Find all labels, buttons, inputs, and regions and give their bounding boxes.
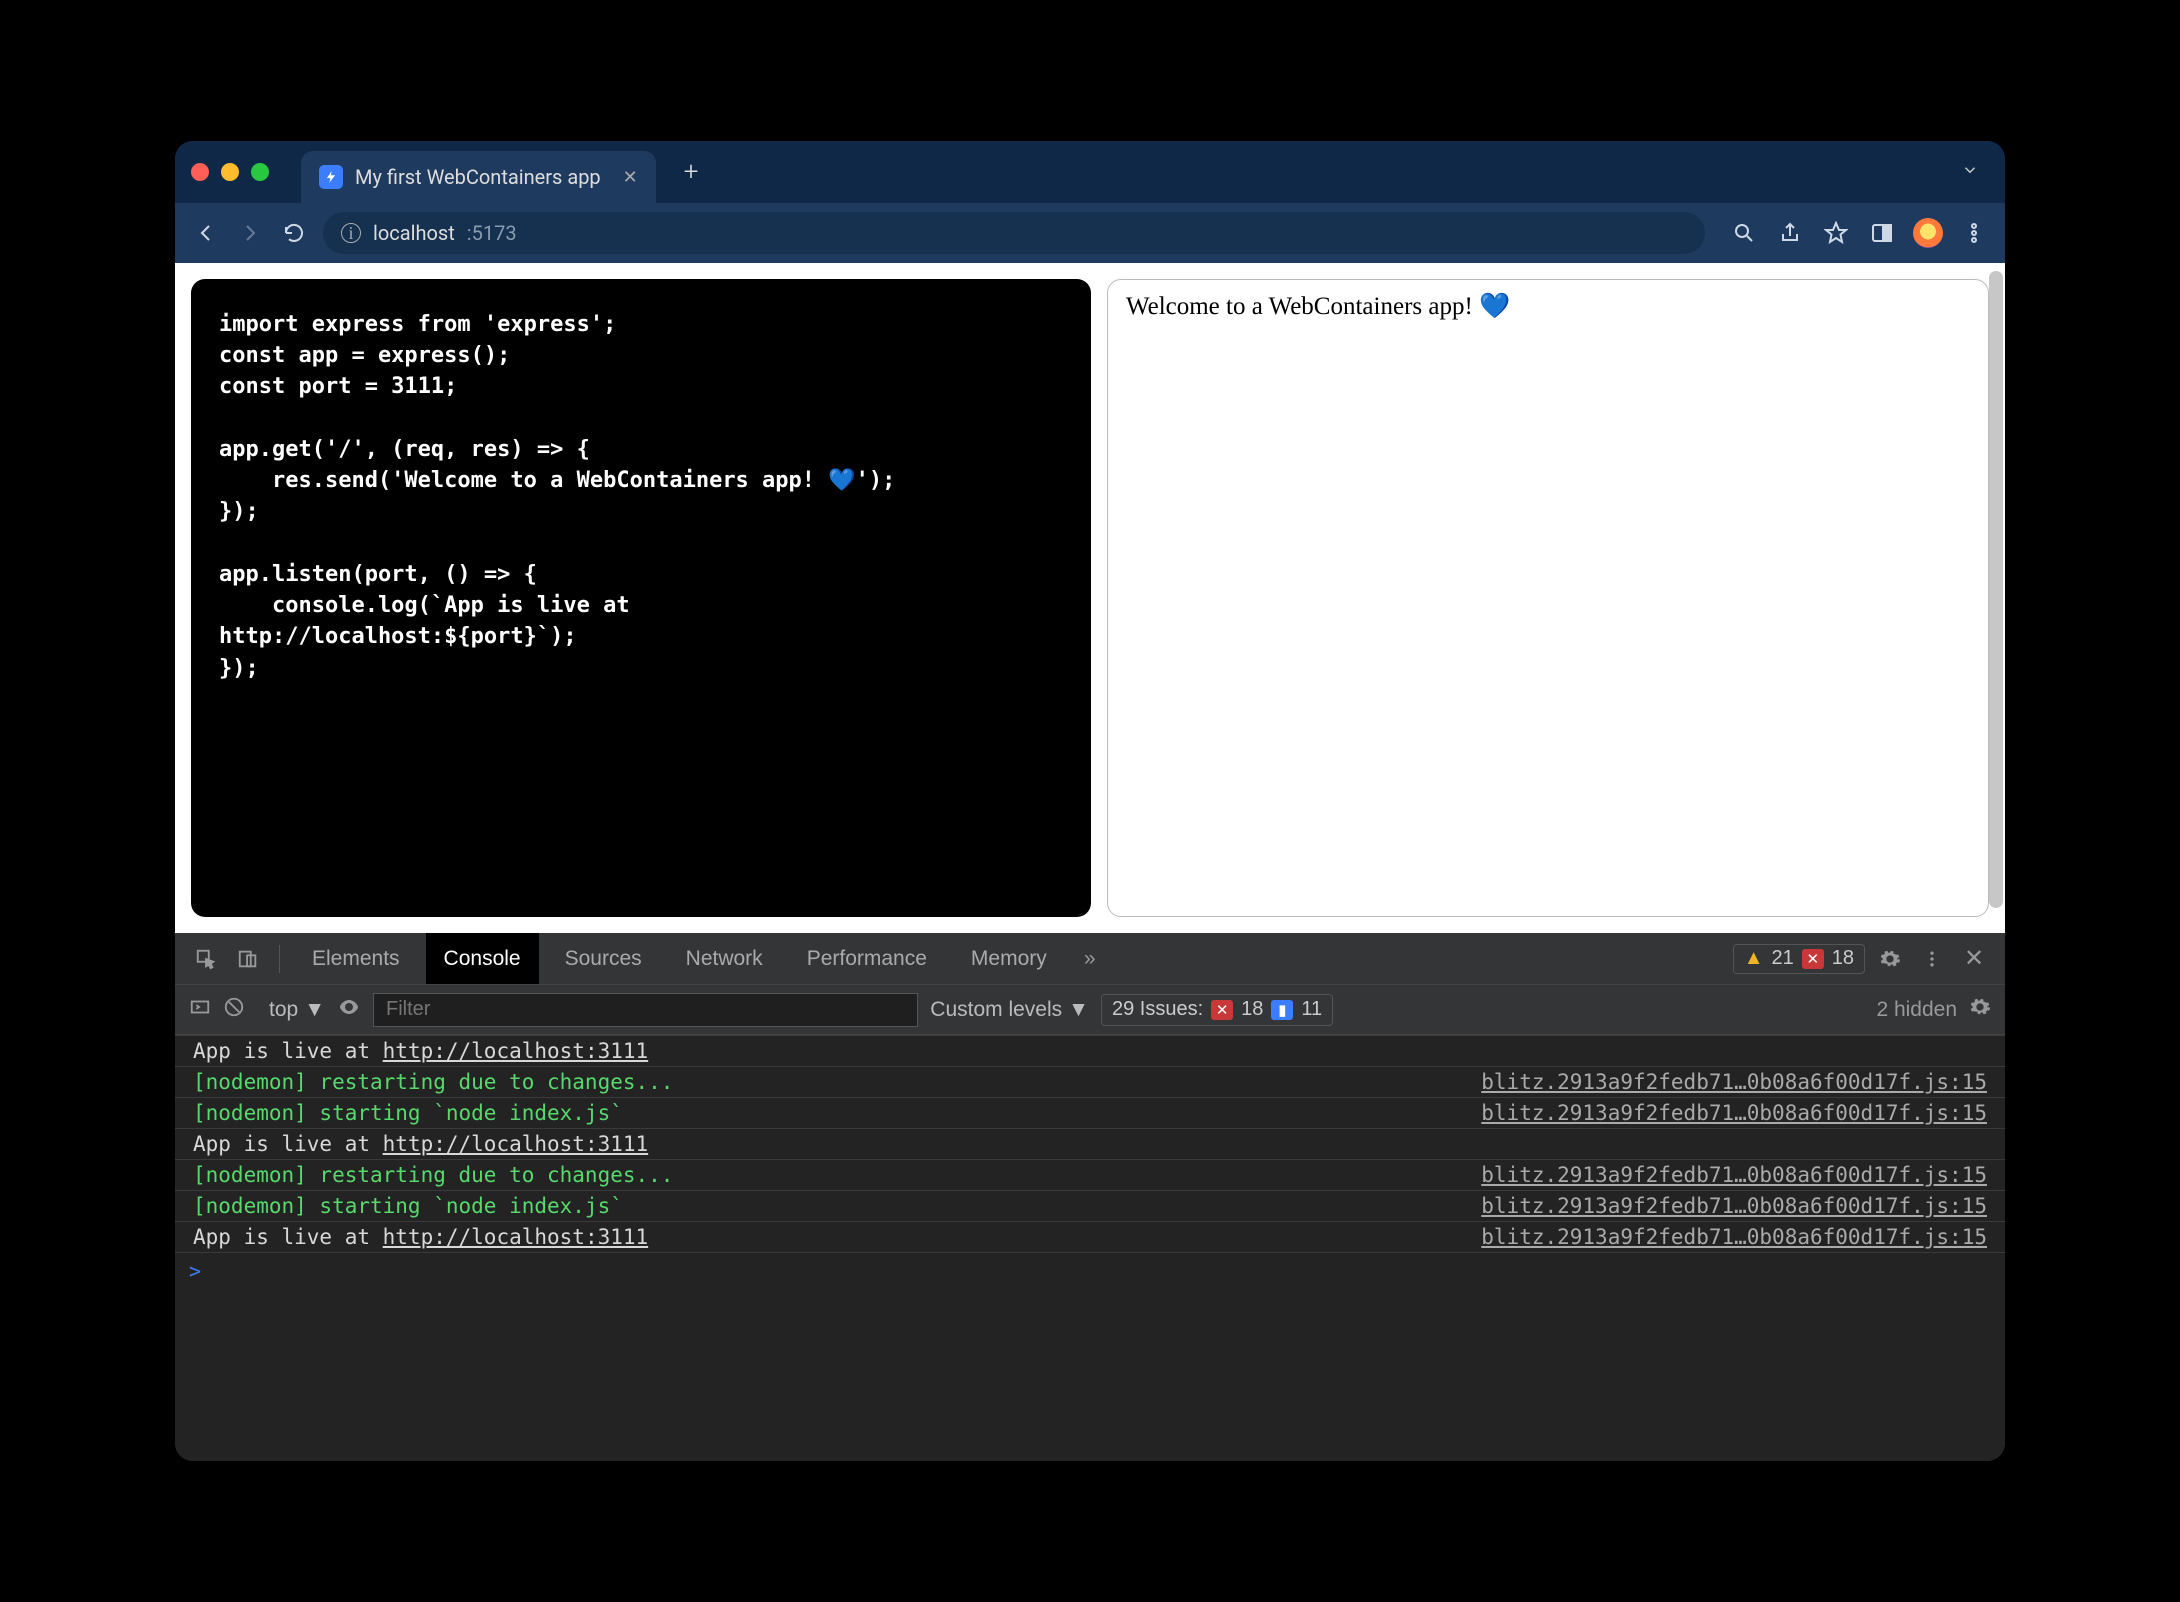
console-row: App is live at http://localhost:3111 <box>175 1035 2005 1067</box>
browser-window: My first WebContainers app ✕ + i localho… <box>175 141 2005 1461</box>
console-source-link[interactable]: blitz.2913a9f2fedb71…0b08a6f00d17f.js:15 <box>1481 1225 1987 1249</box>
device-toggle-icon[interactable] <box>231 948 265 970</box>
devtools-menu-icon[interactable] <box>1915 949 1949 969</box>
menu-icon[interactable] <box>1959 221 1989 245</box>
address-port: :5173 <box>467 221 517 245</box>
console-sidebar-icon[interactable] <box>189 996 211 1024</box>
error-icon: ✕ <box>1802 949 1824 969</box>
page-content: import express from 'express'; const app… <box>175 263 2005 933</box>
console-message: App is live at <box>193 1132 383 1156</box>
new-tab-button[interactable]: + <box>674 157 709 187</box>
devtools-tabs: Elements Console Sources Network Perform… <box>175 933 2005 985</box>
browser-toolbar: i localhost :5173 <box>175 203 2005 263</box>
issues-badge[interactable]: 29 Issues: ✕ 18 ▮ 11 <box>1101 994 1333 1026</box>
tab-console[interactable]: Console <box>426 933 539 984</box>
tab-memory[interactable]: Memory <box>953 933 1065 984</box>
chevron-down-icon: ▼ <box>304 998 325 1022</box>
preview-text: Welcome to a WebContainers app! 💙 <box>1126 293 1510 320</box>
tabs-dropdown-icon[interactable] <box>1961 161 1989 183</box>
live-expression-icon[interactable] <box>337 995 361 1025</box>
bolt-icon <box>319 165 343 189</box>
console-prompt[interactable]: > <box>175 1253 2005 1289</box>
error-count: 18 <box>1832 947 1854 970</box>
maximize-window-button[interactable] <box>251 163 269 181</box>
console-row: [nodemon] restarting due to changes... bl… <box>175 1160 2005 1191</box>
zoom-icon[interactable] <box>1729 221 1759 245</box>
console-toolbar: top ▼ Custom levels ▼ 29 Issues: ✕ 18 ▮ 11… <box>175 985 2005 1035</box>
hidden-count[interactable]: 2 hidden <box>1876 998 1957 1022</box>
devtools-panel: Elements Console Sources Network Perform… <box>175 933 2005 1461</box>
tab-bar: My first WebContainers app ✕ + <box>175 141 2005 203</box>
console-source-link[interactable]: blitz.2913a9f2fedb71…0b08a6f00d17f.js:15 <box>1481 1194 1987 1218</box>
console-url-link[interactable]: http://localhost:3111 <box>383 1225 649 1249</box>
share-icon[interactable] <box>1775 221 1805 245</box>
console-row: App is live at http://localhost:3111 <box>175 1129 2005 1160</box>
back-button[interactable] <box>191 221 221 245</box>
site-info-icon[interactable]: i <box>341 223 361 243</box>
issues-info: 11 <box>1301 998 1322 1021</box>
bookmark-icon[interactable] <box>1821 221 1851 245</box>
tab-title: My first WebContainers app <box>355 165 601 189</box>
clear-console-icon[interactable] <box>223 996 245 1024</box>
reload-button[interactable] <box>279 221 309 245</box>
issues-label: 29 Issues: <box>1112 998 1203 1021</box>
inspect-element-icon[interactable] <box>189 948 223 970</box>
console-message: [nodemon] restarting due to changes... <box>193 1070 673 1094</box>
console-url-link[interactable]: http://localhost:3111 <box>383 1039 649 1063</box>
tab-network[interactable]: Network <box>668 933 781 984</box>
console-row: [nodemon] starting `node index.js` blitz.… <box>175 1098 2005 1129</box>
context-selector[interactable]: top ▼ <box>269 998 325 1022</box>
address-bar[interactable]: i localhost :5173 <box>323 212 1705 254</box>
warning-icon: ▲ <box>1744 947 1764 970</box>
profile-avatar[interactable] <box>1913 218 1943 248</box>
issues-errors: 18 <box>1241 998 1263 1021</box>
console-message: App is live at <box>193 1039 383 1063</box>
traffic-lights <box>191 163 269 181</box>
error-icon: ✕ <box>1211 1000 1233 1020</box>
filter-input[interactable] <box>373 993 918 1027</box>
console-settings-icon[interactable] <box>1969 996 1991 1024</box>
tab-elements[interactable]: Elements <box>294 933 418 984</box>
console-url-link[interactable]: http://localhost:3111 <box>383 1132 649 1156</box>
side-panel-icon[interactable] <box>1867 221 1897 245</box>
devtools-close-icon[interactable]: ✕ <box>1957 944 1991 973</box>
tab-performance[interactable]: Performance <box>789 933 945 984</box>
console-source-link[interactable]: blitz.2913a9f2fedb71…0b08a6f00d17f.js:15 <box>1481 1101 1987 1125</box>
close-tab-icon[interactable]: ✕ <box>623 167 638 188</box>
console-source-link[interactable]: blitz.2913a9f2fedb71…0b08a6f00d17f.js:15 <box>1481 1163 1987 1187</box>
minimize-window-button[interactable] <box>221 163 239 181</box>
console-output[interactable]: App is live at http://localhost:3111[nod… <box>175 1035 2005 1461</box>
console-message: App is live at <box>193 1225 383 1249</box>
console-message: [nodemon] restarting due to changes... <box>193 1163 673 1187</box>
warning-count: 21 <box>1772 947 1794 970</box>
close-window-button[interactable] <box>191 163 209 181</box>
code-editor-panel[interactable]: import express from 'express'; const app… <box>191 279 1091 917</box>
console-message: [nodemon] starting `node index.js` <box>193 1194 623 1218</box>
info-icon: ▮ <box>1271 1000 1293 1020</box>
browser-tab[interactable]: My first WebContainers app ✕ <box>301 151 656 203</box>
console-message: [nodemon] starting `node index.js` <box>193 1101 623 1125</box>
console-row: [nodemon] restarting due to changes... bl… <box>175 1067 2005 1098</box>
chevron-down-icon: ▼ <box>1068 998 1089 1022</box>
preview-panel: Welcome to a WebContainers app! 💙 <box>1107 279 1989 917</box>
more-tabs-icon[interactable]: » <box>1073 947 1107 971</box>
scrollbar[interactable] <box>1989 271 2003 908</box>
console-row: [nodemon] starting `node index.js` blitz.… <box>175 1191 2005 1222</box>
console-row: App is live at http://localhost:3111 blit… <box>175 1222 2005 1253</box>
settings-icon[interactable] <box>1873 948 1907 970</box>
address-host: localhost <box>373 221 455 245</box>
warnings-errors-badge[interactable]: ▲ 21 ✕ 18 <box>1733 944 1865 974</box>
console-source-link[interactable]: blitz.2913a9f2fedb71…0b08a6f00d17f.js:15 <box>1481 1070 1987 1094</box>
tab-sources[interactable]: Sources <box>547 933 660 984</box>
forward-button[interactable] <box>235 221 265 245</box>
log-levels-selector[interactable]: Custom levels ▼ <box>930 998 1089 1022</box>
